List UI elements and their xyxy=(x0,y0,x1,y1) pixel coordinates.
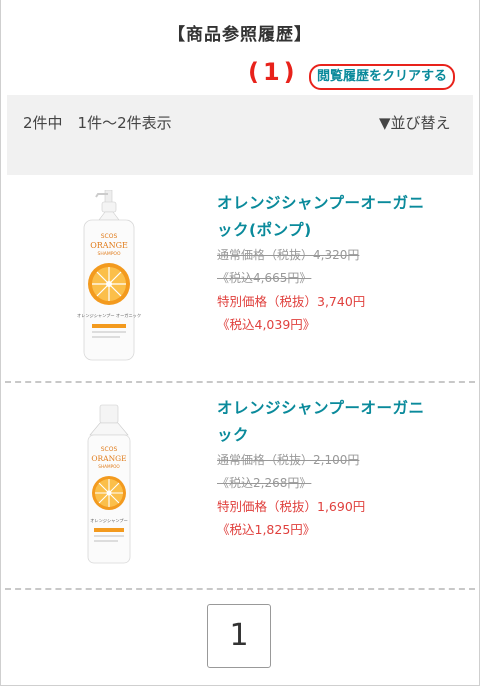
product-info: オレンジシャンプーオーガニック 通常価格（税抜）2,100円 《税込2,268円… xyxy=(217,395,427,541)
special-price: 特別価格（税抜）3,740円 xyxy=(217,294,366,309)
special-price-tax-incl: 《税込1,825円》 xyxy=(217,522,316,537)
special-price: 特別価格（税抜）1,690円 xyxy=(217,499,366,514)
bottle-brand-text: SCOS xyxy=(101,233,118,240)
bottle-line-text: ORANGE xyxy=(90,241,128,250)
sort-dropdown[interactable]: ▼並び替え xyxy=(379,111,461,135)
bottle-label-jp: オレンジシャンプー オーガニック xyxy=(77,312,141,319)
bottle-type-text: SHAMPOO xyxy=(98,464,120,469)
bottle-line-text: ORANGE xyxy=(91,454,126,463)
page-title: 【商品参照履歴】 xyxy=(168,25,312,45)
regular-price: 通常価格（税抜）4,320円 xyxy=(217,248,360,262)
divider xyxy=(5,588,475,590)
divider xyxy=(5,381,475,383)
product-name-link[interactable]: オレンジシャンプーオーガニック xyxy=(217,395,427,449)
regular-price-tax-incl: 《税込4,665円》 xyxy=(217,271,312,285)
results-bar: 2件中 1件～2件表示 ▼並び替え xyxy=(7,95,473,175)
bottle-type-text: SHAMPOO xyxy=(98,251,121,257)
product-item: SCOS ORANGE SHAMPOO オレンジシャンプー オーガニック オレン… xyxy=(0,190,480,380)
result-count: 2件中 1件～2件表示 xyxy=(23,114,172,132)
clear-history-link[interactable]: 閲覧履歴をクリアする xyxy=(309,64,456,90)
pagination-page-button[interactable]: 1 xyxy=(207,604,271,668)
product-name-link[interactable]: オレンジシャンプーオーガニック(ポンプ) xyxy=(217,190,427,244)
special-price-tax-incl: 《税込4,039円》 xyxy=(217,317,316,332)
product-image-bottle[interactable]: SCOS ORANGE SHAMPOO オレンジシャンプー xyxy=(72,395,146,569)
regular-price-tax-incl: 《税込2,268円》 xyxy=(217,476,312,490)
regular-price: 通常価格（税抜）2,100円 xyxy=(217,453,360,467)
annotation-marker: (1) xyxy=(248,58,299,86)
product-image-pump-bottle[interactable]: SCOS ORANGE SHAMPOO オレンジシャンプー オーガニック xyxy=(72,190,146,364)
product-item: SCOS ORANGE SHAMPOO オレンジシャンプー オレンジシャンプーオ… xyxy=(0,395,480,585)
bottle-brand-text: SCOS xyxy=(101,446,118,453)
product-info: オレンジシャンプーオーガニック(ポンプ) 通常価格（税抜）4,320円 《税込4… xyxy=(217,190,427,336)
